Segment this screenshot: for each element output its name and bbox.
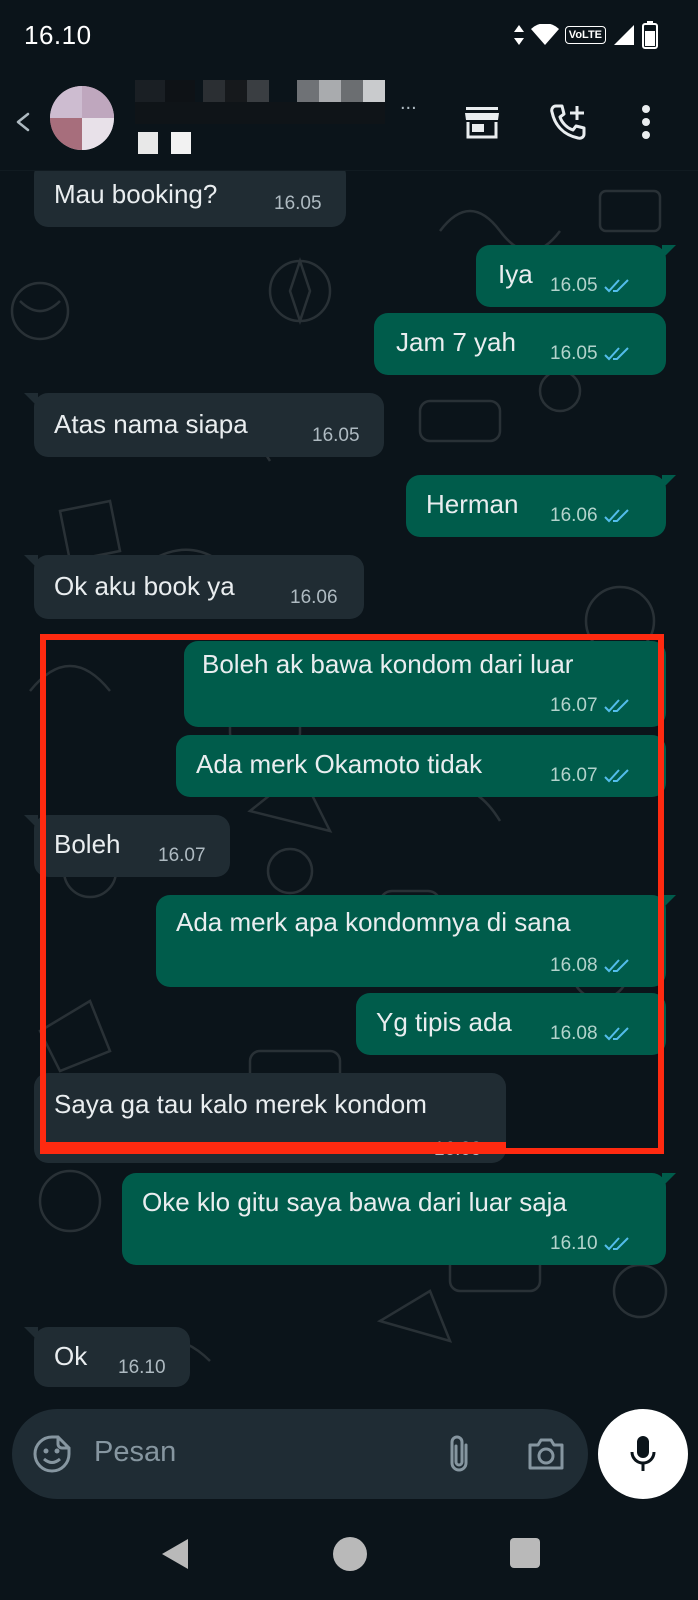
- nav-home-icon[interactable]: [333, 1537, 367, 1571]
- battery-icon: [642, 21, 658, 49]
- read-ticks-icon: [603, 699, 629, 713]
- message-time: 16.08: [550, 1023, 598, 1044]
- add-call-icon: [550, 104, 586, 140]
- read-ticks-icon: [603, 279, 629, 293]
- mic-icon: [630, 1436, 656, 1471]
- message-time: 16.07: [550, 765, 598, 786]
- message-incoming[interactable]: Ok 16.10: [24, 1327, 190, 1387]
- message-text: Ok aku book ya: [54, 571, 235, 601]
- message-meta: 16.05: [550, 343, 630, 365]
- message-time: 16.05: [312, 425, 360, 446]
- message-incoming[interactable]: Boleh 16.07: [24, 815, 230, 877]
- message-time: 16.05: [274, 193, 322, 214]
- message-outgoing[interactable]: Ada merk apa kondomnya di sana 16.08: [156, 895, 676, 987]
- status-icons: VoLTE: [513, 20, 658, 50]
- message-text: Atas nama siapa: [54, 409, 248, 439]
- message-text: Jam 7 yah: [396, 327, 516, 357]
- message-text: Boleh: [54, 829, 121, 859]
- message-input[interactable]: Pesan: [12, 1409, 588, 1499]
- message-meta: 16.07: [550, 765, 630, 787]
- message-text: Mau booking?: [54, 179, 218, 209]
- read-ticks-icon: [603, 769, 629, 783]
- message-outgoing[interactable]: Boleh ak bawa kondom dari luar 16.07: [184, 641, 666, 727]
- message-outgoing[interactable]: Oke klo gitu saya bawa dari luar saja 16…: [122, 1173, 676, 1265]
- status-time: 16.10: [24, 20, 92, 50]
- message-time: 16.06: [290, 587, 338, 608]
- message-time: 16.07: [550, 695, 598, 716]
- message-time: 16.06: [550, 505, 598, 526]
- message-incoming[interactable]: Saya ga tau kalo merek kondom 16.09: [34, 1073, 506, 1163]
- store-icon: [465, 107, 499, 139]
- input-placeholder: Pesan: [94, 1436, 177, 1468]
- message-text: Ada merk apa kondomnya di sana: [176, 907, 571, 937]
- message-outgoing[interactable]: Herman 16.06: [406, 475, 676, 537]
- composer-bar: Pesan: [0, 1403, 698, 1513]
- voice-message-button[interactable]: [598, 1409, 688, 1499]
- nav-back-icon[interactable]: [160, 1537, 190, 1571]
- camera-icon[interactable]: [526, 1435, 566, 1473]
- message-time: 16.05: [550, 275, 598, 296]
- store-button[interactable]: [462, 102, 502, 142]
- message-meta: 16.05: [550, 275, 630, 297]
- more-options-button[interactable]: [626, 102, 666, 142]
- message-time: 16.10: [118, 1357, 166, 1378]
- highlight-bottom-edge: [46, 1142, 506, 1148]
- read-ticks-icon: [603, 1237, 629, 1251]
- message-meta: 16.08: [550, 955, 630, 977]
- message-text: Iya: [498, 259, 533, 289]
- read-ticks-icon: [603, 347, 629, 361]
- emoji-sticker-icon[interactable]: [32, 1434, 72, 1474]
- contact-avatar[interactable]: [50, 86, 114, 150]
- message-time: 16.05: [550, 343, 598, 364]
- chat-area[interactable]: Mau booking? 16.05 Iya 16.05 Jam 7 yah 1…: [0, 171, 698, 1403]
- chat-header: ...: [0, 70, 698, 171]
- attach-icon[interactable]: [444, 1433, 474, 1475]
- status-bar: 16.10 VoLTE: [0, 0, 698, 70]
- message-text: Boleh ak bawa kondom dari luar: [202, 649, 574, 679]
- data-arrows-icon: [513, 25, 524, 45]
- message-text: Ok: [54, 1341, 88, 1371]
- message-text: Herman: [426, 489, 519, 519]
- message-outgoing[interactable]: Iya 16.05: [476, 245, 676, 307]
- message-meta: 16.07: [550, 695, 630, 717]
- message-text: Yg tipis ada: [376, 1007, 512, 1037]
- message-meta: 16.10: [550, 1233, 630, 1255]
- volte-badge: VoLTE: [564, 26, 606, 44]
- message-time: 16.10: [550, 1233, 598, 1254]
- message-incoming[interactable]: Mau booking? 16.05: [34, 171, 346, 227]
- message-outgoing[interactable]: Jam 7 yah 16.05: [374, 313, 666, 375]
- read-ticks-icon: [603, 1027, 629, 1041]
- contact-name-pixelated[interactable]: [135, 80, 420, 158]
- message-text: Saya ga tau kalo merek kondom: [54, 1089, 427, 1119]
- signal-icon: [614, 25, 634, 45]
- wifi-icon: [530, 24, 559, 45]
- read-ticks-icon: [603, 959, 629, 973]
- message-outgoing[interactable]: Ada merk Okamoto tidak 16.07: [176, 735, 666, 797]
- message-outgoing[interactable]: Yg tipis ada 16.08: [356, 993, 666, 1055]
- more-vert-icon: [642, 105, 650, 139]
- add-call-button[interactable]: [548, 102, 588, 142]
- message-text: Oke klo gitu saya bawa dari luar saja: [142, 1187, 567, 1217]
- message-time: 16.07: [158, 845, 206, 866]
- message-incoming[interactable]: Ok aku book ya 16.06: [24, 555, 364, 619]
- nav-recents-icon[interactable]: [510, 1538, 540, 1568]
- message-incoming[interactable]: Atas nama siapa 16.05: [24, 393, 384, 457]
- back-arrow-icon[interactable]: [16, 112, 36, 132]
- message-meta: 16.08: [550, 1023, 630, 1045]
- message-text: Ada merk Okamoto tidak: [196, 749, 483, 779]
- message-time: 16.08: [550, 955, 598, 976]
- contact-name-ellipsis: ...: [400, 92, 417, 114]
- read-ticks-icon: [603, 509, 629, 523]
- message-meta: 16.06: [550, 505, 630, 527]
- system-nav-bar: [0, 1513, 698, 1600]
